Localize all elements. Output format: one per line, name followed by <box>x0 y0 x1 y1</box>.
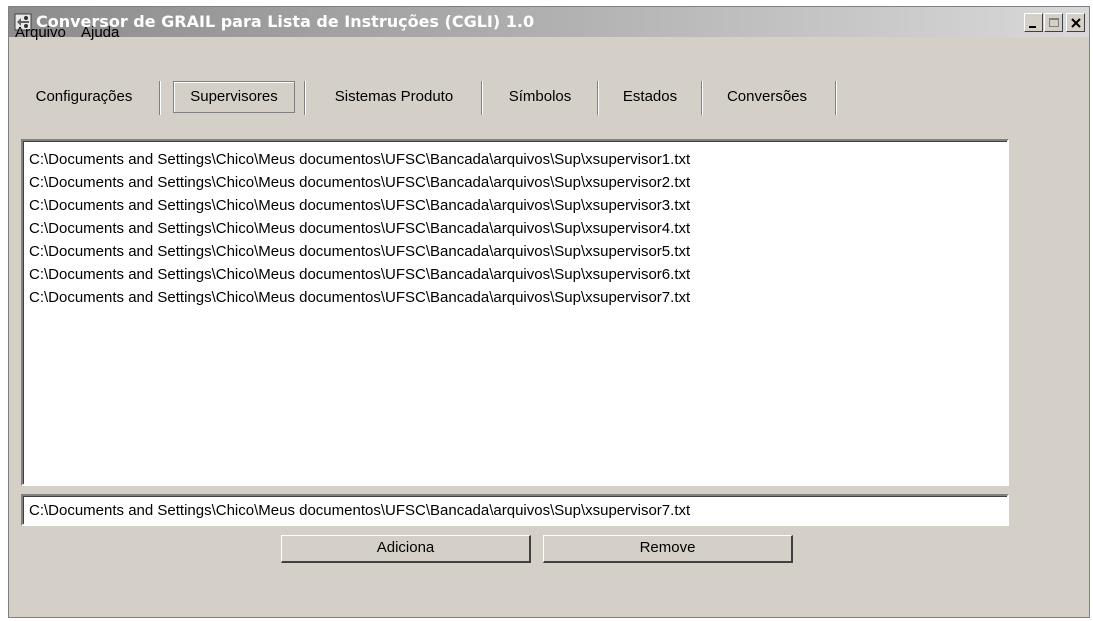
remove-button[interactable]: Remove <box>543 535 793 563</box>
tab-conversoes[interactable]: Conversões <box>707 79 827 115</box>
minimize-button[interactable] <box>1024 13 1043 32</box>
list-item[interactable]: C:\Documents and Settings\Chico\Meus doc… <box>29 217 690 240</box>
close-button[interactable] <box>1066 13 1085 32</box>
tab-separator <box>304 81 306 115</box>
list-item[interactable]: C:\Documents and Settings\Chico\Meus doc… <box>29 240 690 263</box>
tab-separator <box>597 81 599 115</box>
tab-sistemas-produto[interactable]: Sistemas Produto <box>314 79 474 115</box>
tab-estados[interactable]: Estados <box>603 79 697 115</box>
tab-configuracoes[interactable]: Configurações <box>15 79 153 115</box>
app-window: Conversor de GRAIL para Lista de Instruç… <box>8 6 1090 618</box>
menu-ajuda[interactable]: Ajuda <box>81 24 119 41</box>
maximize-button[interactable] <box>1044 13 1063 32</box>
tab-separator <box>701 81 703 115</box>
supervisor-file-list[interactable]: C:\Documents and Settings\Chico\Meus doc… <box>21 139 1009 486</box>
list-item[interactable]: C:\Documents and Settings\Chico\Meus doc… <box>29 194 690 217</box>
title-bar[interactable]: Conversor de GRAIL para Lista de Instruç… <box>9 7 1089 37</box>
tab-separator <box>159 81 161 115</box>
file-path-input[interactable] <box>21 494 1009 526</box>
list-item[interactable]: C:\Documents and Settings\Chico\Meus doc… <box>29 263 690 286</box>
list-item[interactable]: C:\Documents and Settings\Chico\Meus doc… <box>29 148 690 171</box>
tab-supervisores[interactable]: Supervisores <box>173 81 295 113</box>
close-icon <box>1071 18 1081 28</box>
maximize-icon <box>1049 18 1059 27</box>
add-button[interactable]: Adiciona <box>281 535 531 563</box>
list-item[interactable]: C:\Documents and Settings\Chico\Meus doc… <box>29 171 690 194</box>
tab-simbolos[interactable]: Símbolos <box>489 79 591 115</box>
tab-separator <box>481 81 483 115</box>
minimize-icon <box>1029 26 1036 28</box>
list-item[interactable]: C:\Documents and Settings\Chico\Meus doc… <box>29 286 690 309</box>
menu-arquivo[interactable]: Arquivo <box>15 24 66 41</box>
tab-separator <box>835 81 837 115</box>
